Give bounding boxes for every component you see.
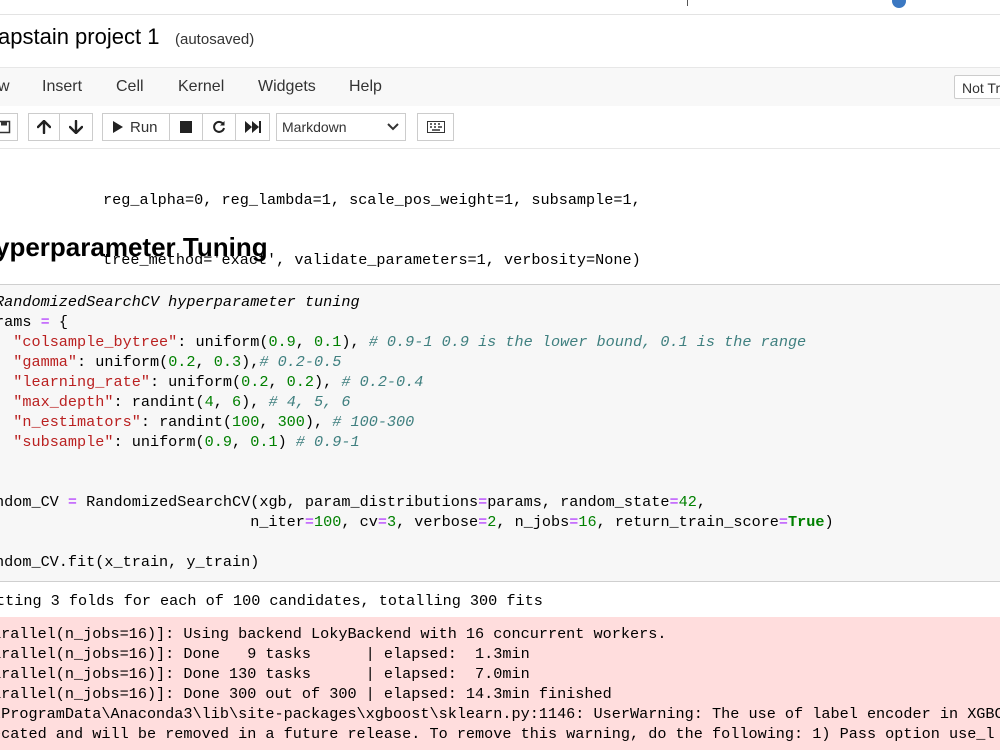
markdown-heading: yperparameter Tuning [0, 232, 268, 262]
code-line: ndom_CV.fit(x_train, y_train) [0, 553, 260, 571]
code-line: n_iter=100, cv=3, verbose=2, n_jobs=16, … [0, 513, 834, 531]
chevron-down-icon [387, 123, 399, 131]
save-icon [0, 120, 11, 134]
notebook-toolbar: Run Markdown [0, 106, 1000, 149]
code-line: ndom_CV = RandomizedSearchCV(xgb, param_… [0, 493, 706, 511]
code-line: RandomizedSearchCV hyperparameter tuning [0, 293, 360, 311]
arrow-down-icon [69, 120, 83, 134]
move-cell-down-button[interactable] [59, 113, 93, 141]
stderr-line: \ProgramData\Anaconda3\lib\site-packages… [0, 705, 1000, 723]
browser-top-strip [0, 0, 1000, 15]
cell-type-select[interactable]: Markdown [276, 113, 406, 141]
play-icon [113, 121, 123, 133]
menu-cell[interactable]: Cell [116, 78, 144, 96]
cell-stderr-output: arallel(n_jobs=16)]: Using backend LokyB… [0, 617, 1000, 750]
output-line: reg_alpha=0, reg_lambda=1, scale_pos_wei… [103, 191, 641, 209]
move-cell-up-button[interactable] [28, 113, 60, 141]
code-line: "colsample_bytree": uniform(0.9, 0.1), #… [13, 333, 807, 351]
keyboard-icon [426, 121, 445, 133]
code-line: "subsample": uniform(0.9, 0.1) # 0.9-1 [13, 433, 360, 451]
fast-forward-icon [244, 121, 261, 133]
menu-insert[interactable]: Insert [42, 78, 82, 96]
save-button[interactable] [0, 113, 18, 141]
stderr-line: arallel(n_jobs=16)]: Done 9 tasks | elap… [0, 645, 530, 663]
stderr-line: arallel(n_jobs=16)]: Done 130 tasks | el… [0, 665, 530, 683]
profile-avatar-icon[interactable] [892, 0, 906, 8]
code-line: "n_estimators": randint(100, 300), # 100… [13, 413, 415, 431]
arrow-up-icon [37, 120, 51, 134]
restart-kernel-button[interactable] [202, 113, 236, 141]
code-line: "max_depth": randint(4, 6), # 4, 5, 6 [13, 393, 351, 411]
code-line: rams = { [0, 313, 68, 331]
cell-stdout: tting 3 folds for each of 100 candidates… [0, 592, 543, 610]
menu-bar: w Insert Cell Kernel Widgets Help Not Tr [0, 67, 1000, 107]
restart-icon [213, 120, 225, 133]
stderr-line: ecated and will be removed in a future r… [0, 725, 995, 743]
code-cell[interactable]: RandomizedSearchCV hyperparameter tuning… [0, 284, 1000, 582]
previous-cell-output: reg_alpha=0, reg_lambda=1, scale_pos_wei… [103, 150, 641, 290]
menu-help[interactable]: Help [349, 78, 382, 96]
menu-widgets[interactable]: Widgets [258, 78, 316, 96]
run-button[interactable]: Run [102, 113, 170, 141]
command-palette-button[interactable] [417, 113, 454, 141]
run-button-label: Run [130, 118, 158, 136]
menu-kernel[interactable]: Kernel [178, 78, 224, 96]
cell-type-value: Markdown [282, 119, 347, 135]
restart-run-all-button[interactable] [235, 113, 270, 141]
divider [687, 0, 688, 6]
interrupt-kernel-button[interactable] [169, 113, 203, 141]
menu-view[interactable]: w [0, 78, 10, 96]
code-line: "gamma": uniform(0.2, 0.3),# 0.2-0.5 [13, 353, 342, 371]
autosave-status: (autosaved) [175, 31, 255, 48]
stderr-line: arallel(n_jobs=16)]: Using backend LokyB… [0, 625, 667, 643]
notebook-title[interactable]: apstain project 1 [0, 24, 159, 50]
trust-notebook-button[interactable]: Not Tr [954, 75, 1000, 99]
stop-icon [180, 121, 192, 133]
stderr-line: arallel(n_jobs=16)]: Done 300 out of 300… [0, 685, 612, 703]
code-line: "learning_rate": uniform(0.2, 0.2), # 0.… [13, 373, 424, 391]
